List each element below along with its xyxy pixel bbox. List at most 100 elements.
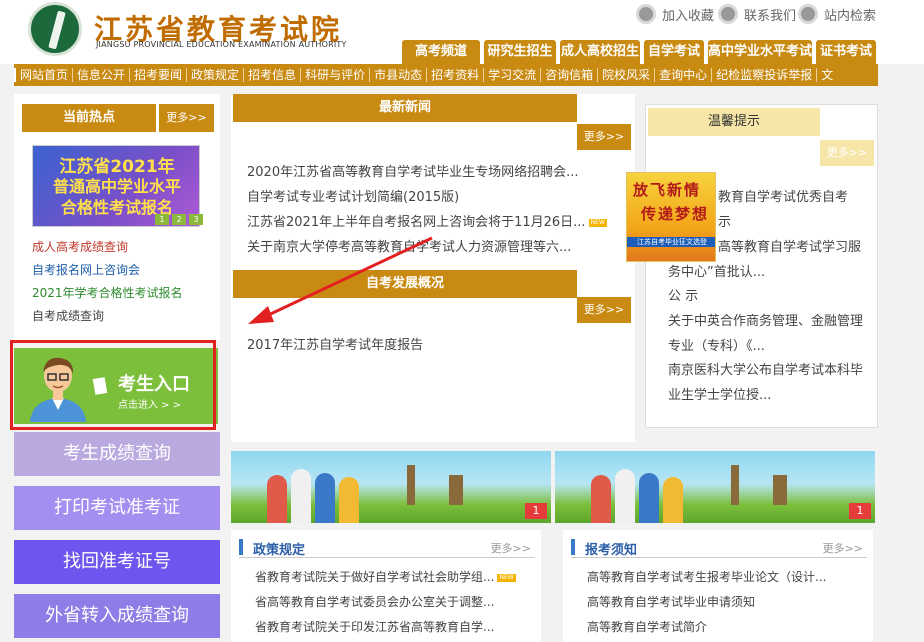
annotation-arrow-icon <box>248 236 433 324</box>
policy-item[interactable]: 省高等教育自学考试委员会办公室关于调整... <box>255 593 494 610</box>
nav-info-public[interactable]: 信息公开 <box>72 68 129 82</box>
ad-line1: 放飞新情 <box>633 181 702 199</box>
contact-us-link[interactable]: 联系我们 <box>718 4 796 24</box>
main-nav: 网站首页 信息公开 招考要闻 政策规定 招考信息 科研与评价 市县动态 招考资料… <box>14 64 878 86</box>
policy-more[interactable]: 更多>> <box>491 540 531 556</box>
tips-more[interactable]: 更多>> <box>820 140 874 166</box>
tab-academic-level[interactable]: 高中学业水平考试 <box>708 40 812 64</box>
nav-materials[interactable]: 招考资料 <box>426 68 483 82</box>
notice-title: 报考须知 <box>585 543 638 558</box>
banner-index-badge[interactable]: 1 <box>849 503 871 519</box>
add-favorite-link[interactable]: 加入收藏 <box>636 4 714 24</box>
section-marker <box>239 539 243 555</box>
new-badge-icon: NEW <box>588 218 607 227</box>
tip-line[interactable]: 南京医科大学公布自学考试本科毕 <box>668 359 863 378</box>
development-item[interactable]: 2017年江苏自学考试年度报告 <box>247 334 423 353</box>
notice-item[interactable]: 高等教育自学考试毕业申请须知 <box>587 593 755 610</box>
logo-emblem-icon[interactable] <box>28 2 82 56</box>
policy-title: 政策规定 <box>253 543 306 558</box>
notice-item[interactable]: 高等教育自学考试简介 <box>587 618 707 635</box>
floating-ad[interactable]: 放飞新情 传递梦想 江苏自考毕业征文选登 <box>626 172 716 262</box>
recover-ticket-number-button[interactable]: 找回准考证号 <box>14 540 220 584</box>
nav-query-center[interactable]: 查询中心 <box>654 68 711 82</box>
tip-line[interactable]: 公 示 <box>668 285 698 304</box>
tip-line[interactable]: 务中心”首批认... <box>668 261 765 280</box>
site-search-link[interactable]: 站内检索 <box>798 4 876 24</box>
tab-graduate[interactable]: 研究生招生 <box>484 40 556 64</box>
tips-title: 温馨提示 <box>648 108 820 136</box>
news-item[interactable]: 自学考试专业考试计划简编(2015版) <box>247 186 459 205</box>
landmark-icon <box>449 475 463 505</box>
promo-banner[interactable]: 1 <box>555 451 875 523</box>
nav-policy[interactable]: 政策规定 <box>186 68 243 82</box>
tip-line[interactable]: 专业（专科）《... <box>668 335 765 354</box>
tip-line[interactable]: 业生学士学位授... <box>668 384 771 403</box>
policy-item[interactable]: 省教育考试院关于印发江苏省高等教育自学... <box>255 618 494 635</box>
notice-panel: 报考须知 更多>> 高等教育自学考试考生报考毕业论文（设计... 高等教育自学考… <box>563 530 873 642</box>
print-admission-ticket-button[interactable]: 打印考试准考证 <box>14 486 220 530</box>
student-icon <box>291 469 311 523</box>
latest-news-title: 最新新闻 <box>233 94 577 122</box>
notice-item[interactable]: 高等教育自学考试考生报考毕业论文（设计... <box>587 568 826 585</box>
promo-banner[interactable]: 1 <box>231 451 551 523</box>
student-icon <box>315 473 335 523</box>
tab-gaokao[interactable]: 高考频道 <box>402 40 480 64</box>
nav-news[interactable]: 招考要闻 <box>129 68 186 82</box>
news-item[interactable]: 2020年江苏省高等教育自学考试毕业生专场网络招聘会... <box>247 161 578 180</box>
hot-link[interactable]: 自考报名网上咨询会 <box>32 261 140 278</box>
contact-icon <box>718 4 738 24</box>
banner-pager: 1 2 3 <box>155 214 203 225</box>
banner-index-badge[interactable]: 1 <box>525 503 547 519</box>
hot-banner[interactable]: 江苏省2021年 普通高中学业水平 合格性考试报名 1 2 3 <box>32 145 203 227</box>
policy-panel: 政策规定 更多>> 省教育考试院关于做好自学考试社会助学组... NEW 省高等教… <box>231 530 541 642</box>
nav-mailbox[interactable]: 咨询信箱 <box>540 68 597 82</box>
pager-3[interactable]: 3 <box>189 214 203 225</box>
notice-header: 报考须知 更多>> <box>571 536 867 558</box>
tab-adult-college[interactable]: 成人高校招生 <box>560 40 640 64</box>
development-more[interactable]: 更多>> <box>577 297 631 323</box>
pager-1[interactable]: 1 <box>155 214 169 225</box>
transfer-score-query-button[interactable]: 外省转入成绩查询 <box>14 594 220 638</box>
nav-study[interactable]: 学习交流 <box>483 68 540 82</box>
landmark-icon <box>731 465 739 505</box>
student-icon <box>591 475 611 523</box>
nav-research[interactable]: 科研与评价 <box>300 68 369 82</box>
nav-exam-info[interactable]: 招考信息 <box>243 68 300 82</box>
tab-certificate[interactable]: 证书考试 <box>816 40 876 64</box>
nav-complaint[interactable]: 纪检监察投诉举报 <box>711 68 816 82</box>
student-icon <box>267 475 287 523</box>
search-icon <box>798 4 818 24</box>
notice-more[interactable]: 更多>> <box>823 540 863 556</box>
hot-link[interactable]: 2021年学考合格性考试报名 <box>32 284 183 301</box>
site-subtitle: JIANGSU PROVINCIAL EDUCATION EXAMINATION… <box>96 40 347 49</box>
hot-link[interactable]: 成人高考成绩查询 <box>32 238 128 255</box>
landmark-icon <box>407 465 415 505</box>
latest-news-more[interactable]: 更多>> <box>577 124 631 150</box>
nav-overflow[interactable]: 文 <box>816 68 837 82</box>
nav-home[interactable]: 网站首页 <box>14 68 72 82</box>
section-marker <box>571 539 575 555</box>
tab-self-study[interactable]: 自学考试 <box>644 40 704 64</box>
student-icon <box>663 477 683 523</box>
news-item[interactable]: 江苏省2021年上半年自考报名网上咨询会将于11月26日... NEW <box>247 211 607 230</box>
student-icon <box>339 477 359 523</box>
tip-line[interactable]: 高等教育自学考试学习服 <box>718 236 861 255</box>
tip-line[interactable]: 示 <box>718 211 731 230</box>
student-icon <box>615 469 635 523</box>
ad-line2: 传递梦想 <box>641 205 710 223</box>
score-query-button[interactable]: 考生成绩查询 <box>14 432 220 476</box>
landmark-icon <box>773 475 787 505</box>
nav-colleges[interactable]: 院校风采 <box>597 68 654 82</box>
student-icon <box>639 473 659 523</box>
nav-city-news[interactable]: 市县动态 <box>369 68 426 82</box>
pager-2[interactable]: 2 <box>172 214 186 225</box>
highlight-frame <box>10 340 216 430</box>
hot-topics-title: 当前热点 <box>22 104 156 132</box>
hot-topics-more[interactable]: 更多>> <box>156 104 214 132</box>
favorite-icon <box>636 4 656 24</box>
new-badge-icon: NEW <box>497 573 516 582</box>
tip-line[interactable]: 教育自学考试优秀自考 <box>718 186 848 205</box>
policy-item[interactable]: 省教育考试院关于做好自学考试社会助学组... NEW <box>255 568 516 585</box>
hot-link[interactable]: 自考成绩查询 <box>32 307 104 324</box>
tip-line[interactable]: 关于中英合作商务管理、金融管理 <box>668 310 863 329</box>
